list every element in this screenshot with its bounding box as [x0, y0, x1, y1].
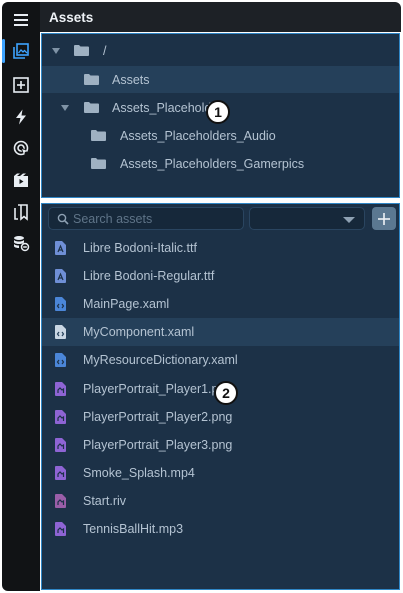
- asset-row[interactable]: PlayerPortrait_Player2.png: [42, 403, 399, 431]
- asset-row[interactable]: Libre Bodoni-Italic.ttf: [42, 234, 399, 262]
- target-icon: [13, 140, 29, 156]
- tree-item-audio[interactable]: Assets_Placeholders_Audio: [42, 122, 399, 149]
- asset-row[interactable]: MainPage.xaml: [42, 290, 399, 318]
- database-icon: [14, 236, 30, 252]
- asset-name: Smoke_Splash.mp4: [83, 465, 195, 480]
- tree-item-label: Assets_Placeholders_Gamerpics: [120, 157, 305, 171]
- asset-name: MyResourceDictionary.xaml: [83, 353, 238, 368]
- xaml-file-icon: [55, 325, 66, 340]
- rail-add-button[interactable]: [2, 70, 40, 100]
- asset-row[interactable]: MyResourceDictionary.xaml: [42, 346, 399, 374]
- tree-item-label: /: [103, 44, 107, 58]
- asset-name: Start.riv: [83, 493, 127, 508]
- callout-marker: 2: [214, 381, 238, 405]
- add-asset-button[interactable]: [372, 207, 396, 230]
- asset-row[interactable]: Start.riv: [42, 487, 399, 515]
- tree-item-assets[interactable]: Assets: [42, 66, 399, 93]
- panel-header: Assets: [40, 2, 401, 32]
- add-box-icon: [13, 77, 29, 93]
- asset-name: PlayerPortrait_Player3.png: [83, 437, 233, 452]
- asset-name: PlayerPortrait_Player2.png: [83, 409, 233, 424]
- asset-name: TennisBallHit.mp3: [83, 522, 184, 536]
- expand-caret-icon[interactable]: [52, 48, 60, 54]
- folder-icon: [84, 102, 99, 113]
- asset-name: PlayerPortrait_Player1.png: [83, 381, 233, 396]
- panel-title: Assets: [49, 9, 94, 25]
- assets-icon: [13, 43, 29, 59]
- video-icon: [14, 173, 28, 187]
- tree-item-root[interactable]: /: [42, 37, 399, 64]
- search-box[interactable]: [48, 207, 244, 230]
- rail-video-button[interactable]: [2, 166, 40, 196]
- menu-button[interactable]: [2, 5, 40, 35]
- folder-icon: [91, 158, 106, 169]
- rail-target-button[interactable]: [2, 133, 40, 163]
- asset-row[interactable]: Smoke_Splash.mp4: [42, 459, 399, 487]
- font-file-icon: [55, 241, 66, 255]
- plus-icon: [378, 212, 390, 225]
- rail-events-button[interactable]: [2, 102, 40, 132]
- pages-icon: [14, 204, 28, 221]
- tree-item-label: Assets: [112, 73, 150, 87]
- tree-item-label: Assets_Placeholders_Audio: [120, 129, 276, 143]
- rail-data-button[interactable]: [2, 228, 40, 258]
- asset-row[interactable]: PlayerPortrait_Player3.png: [42, 431, 399, 459]
- video-file-icon: [55, 465, 66, 480]
- font-file-icon: [55, 269, 66, 284]
- expand-caret-icon[interactable]: [61, 105, 69, 111]
- asset-name: Libre Bodoni-Regular.ttf: [83, 269, 215, 284]
- menu-icon: [14, 14, 28, 26]
- asset-row[interactable]: Libre Bodoni-Regular.ttf: [42, 262, 399, 290]
- asset-name: MyComponent.xaml: [83, 325, 195, 340]
- asset-row[interactable]: MyComponent.xaml: [42, 318, 399, 347]
- tree-item-gamerpics[interactable]: Assets_Placeholders_Gamerpics: [42, 150, 399, 177]
- folder-icon: [84, 74, 99, 85]
- asset-row[interactable]: TennisBallHit.mp3: [42, 515, 399, 543]
- xaml-file-icon: [55, 353, 66, 368]
- folder-icon: [91, 130, 106, 141]
- image-file-icon: [55, 409, 66, 424]
- rail-pages-button[interactable]: [2, 197, 40, 227]
- riv-file-icon: [55, 493, 66, 508]
- asset-name: MainPage.xaml: [83, 297, 170, 312]
- callout-marker: 1: [206, 100, 230, 124]
- left-rail: [2, 2, 40, 591]
- search-input[interactable]: [73, 209, 239, 228]
- lightning-icon: [16, 109, 26, 125]
- image-file-icon: [55, 437, 66, 452]
- search-icon: [57, 213, 69, 225]
- chevron-down-icon: [343, 217, 355, 223]
- assets-window: Assets / Assets Assets_Placeholders Asse…: [0, 0, 403, 593]
- rail-assets-button[interactable]: [2, 36, 40, 66]
- image-file-icon: [55, 381, 66, 396]
- xaml-file-icon: [55, 297, 66, 312]
- audio-file-icon: [55, 522, 66, 536]
- folder-icon: [74, 45, 89, 56]
- asset-name: Libre Bodoni-Italic.ttf: [83, 241, 197, 255]
- filter-dropdown[interactable]: [249, 207, 365, 230]
